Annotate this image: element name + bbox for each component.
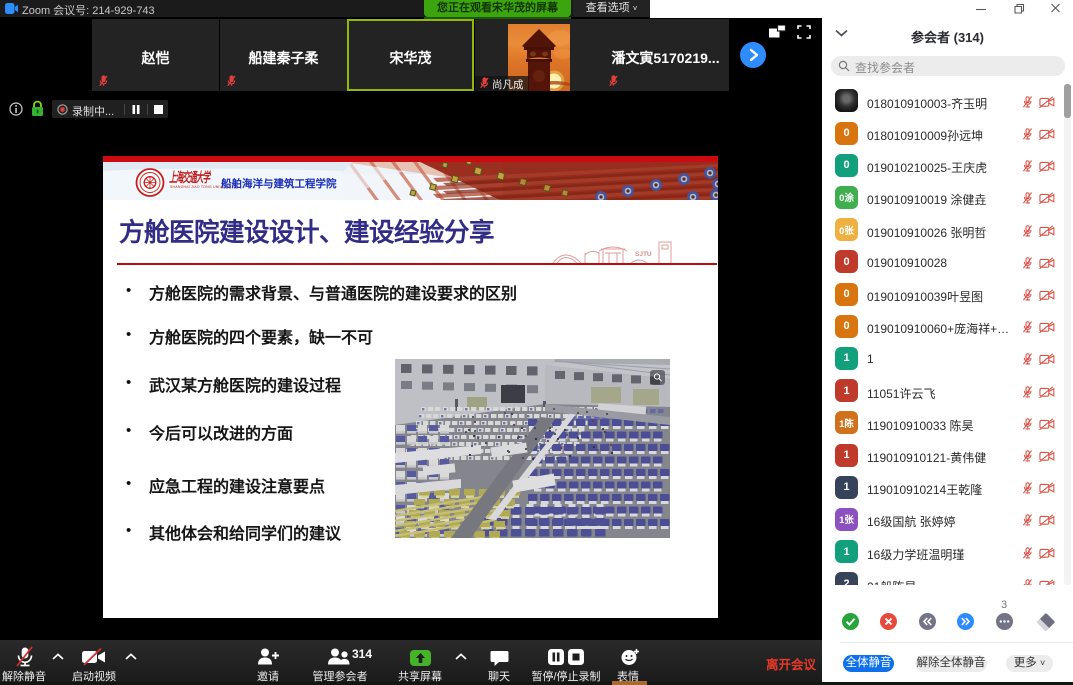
svg-text:SJTU: SJTU — [635, 251, 652, 258]
